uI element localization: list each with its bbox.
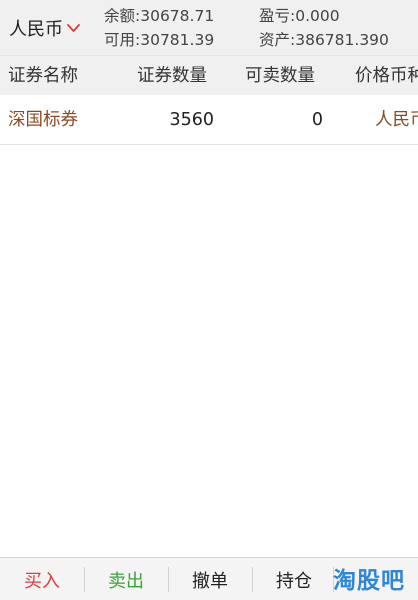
- holdings-screen: 人民币 余额:30678.71 盈亏:0.000 可用:30781.39 资产:…: [0, 0, 418, 600]
- tab-cancel-label: 撤单: [192, 570, 228, 592]
- security-name-cell: 深国标券: [8, 110, 78, 130]
- currency-label: 人民币: [9, 19, 63, 40]
- column-header-security-name: 证券名称: [8, 66, 78, 86]
- column-header-currency: 价格币种: [355, 66, 418, 86]
- chevron-down-icon: [67, 24, 80, 32]
- balance-value: 余额:30678.71: [104, 7, 215, 25]
- tab-positions-label: 持仓: [276, 570, 312, 592]
- tab-cancel-order[interactable]: 撤单: [168, 558, 252, 600]
- tab-positions[interactable]: 持仓: [252, 558, 336, 600]
- account-summary: 人民币 余额:30678.71 盈亏:0.000 可用:30781.39 资产:…: [0, 0, 418, 55]
- currency-cell: 人民币: [375, 110, 418, 130]
- tab-sell-label: 卖出: [108, 570, 144, 592]
- watermark-logo: 淘股吧: [333, 568, 405, 594]
- available-quantity-cell: 0: [311, 110, 323, 130]
- tab-sell[interactable]: 卖出: [84, 558, 168, 600]
- quantity-cell: 3560: [169, 110, 214, 130]
- assets-value: 资产:386781.390: [259, 31, 389, 49]
- column-header-available-quantity: 可卖数量: [245, 66, 315, 86]
- profit-loss-value: 盈亏:0.000: [259, 7, 340, 25]
- holdings-table-header: 证券名称 证券数量 可卖数量 价格币种: [0, 55, 418, 95]
- available-value: 可用:30781.39: [104, 31, 215, 49]
- column-header-quantity: 证券数量: [137, 66, 207, 86]
- tab-buy-label: 买入: [24, 570, 60, 592]
- currency-selector[interactable]: 人民币: [9, 14, 80, 42]
- tab-buy[interactable]: 买入: [0, 558, 84, 600]
- table-row[interactable]: 深国标券 3560 0 人民币: [0, 95, 418, 145]
